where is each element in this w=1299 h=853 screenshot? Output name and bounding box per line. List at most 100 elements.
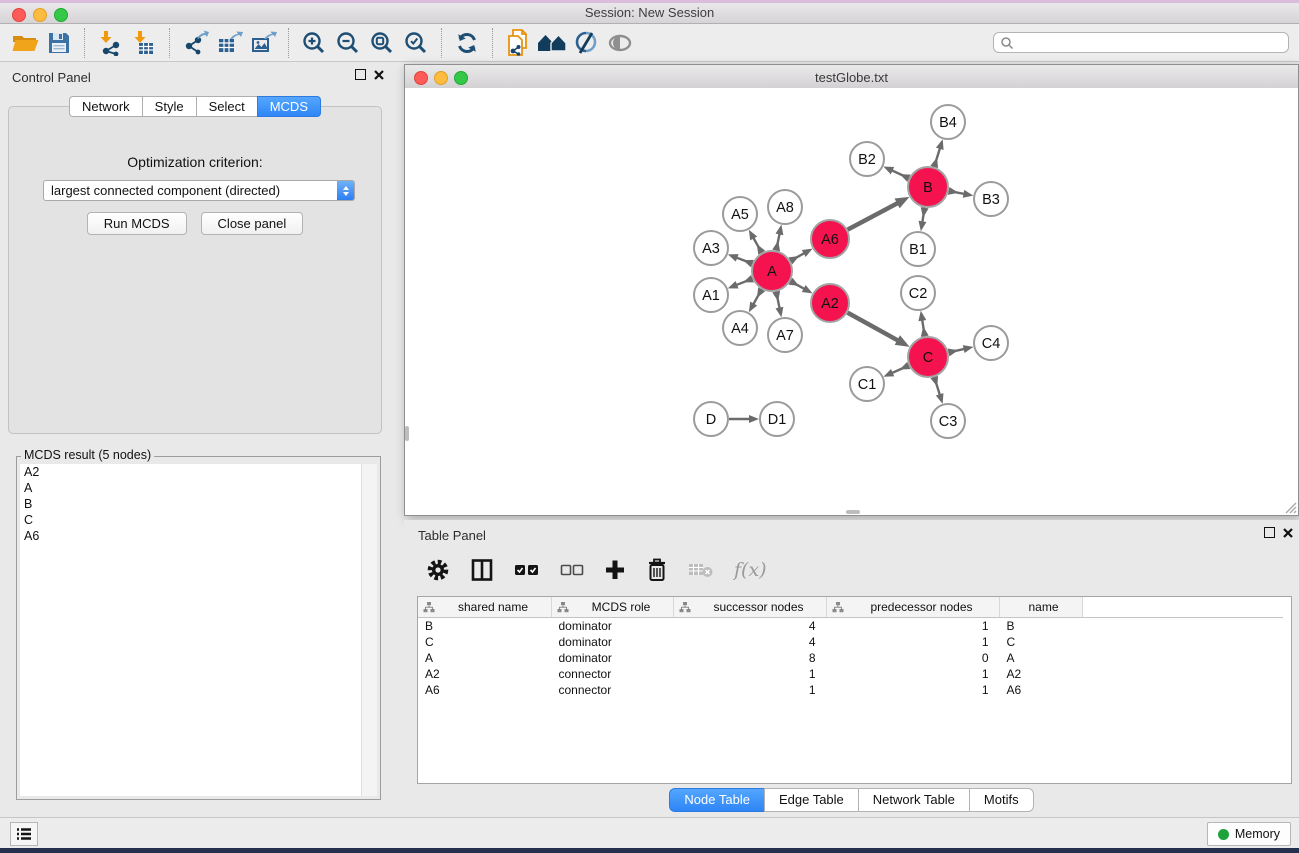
table-cell[interactable]: dominator xyxy=(552,634,674,650)
toolbar-separator xyxy=(441,28,442,58)
search-field[interactable] xyxy=(993,32,1289,53)
table-row[interactable]: Cdominator41C xyxy=(418,634,1283,650)
clear-selection-button[interactable] xyxy=(560,563,584,577)
mcds-result-item[interactable]: B xyxy=(20,496,362,512)
table-cell[interactable]: 0 xyxy=(827,650,1000,666)
delete-table-icon xyxy=(688,561,714,579)
table-cell[interactable]: 1 xyxy=(827,634,1000,650)
zoom-selected-button[interactable] xyxy=(399,27,433,59)
mcds-result-list[interactable]: A2ABCA6 xyxy=(20,464,362,796)
delete-table-button[interactable] xyxy=(688,561,714,579)
memory-button[interactable]: Memory xyxy=(1207,822,1291,846)
tab-network[interactable]: Network xyxy=(69,96,142,117)
tab-mcds[interactable]: MCDS xyxy=(257,96,321,117)
column-header-name[interactable]: name xyxy=(1000,597,1083,618)
table-cell[interactable]: 1 xyxy=(674,682,827,698)
table-row[interactable]: A6connector11A6 xyxy=(418,682,1283,698)
vertical-scrollbar-thumb[interactable] xyxy=(405,426,409,441)
tab-network-table[interactable]: Network Table xyxy=(858,788,969,812)
float-panel-icon[interactable] xyxy=(355,69,366,80)
column-header-shared-name[interactable]: shared name xyxy=(418,597,552,618)
mcds-result-item[interactable]: A6 xyxy=(20,528,362,544)
node-table: shared nameMCDS rolesuccessor nodesprede… xyxy=(418,597,1283,698)
table-cell[interactable]: A xyxy=(418,650,552,666)
table-cell[interactable]: 1 xyxy=(674,666,827,682)
table-cell[interactable]: 4 xyxy=(674,618,827,635)
select-all-button[interactable] xyxy=(514,562,540,578)
table-cell[interactable]: connector xyxy=(552,682,674,698)
export-table-button[interactable] xyxy=(212,27,246,59)
zoom-fit-button[interactable] xyxy=(365,27,399,59)
table-cell[interactable]: C xyxy=(418,634,552,650)
mcds-list-scrollbar[interactable] xyxy=(361,464,377,796)
import-network-button[interactable] xyxy=(93,27,127,59)
graph-edge xyxy=(848,313,905,345)
new-network-button[interactable] xyxy=(501,27,535,59)
column-header-successor-nodes[interactable]: successor nodes xyxy=(674,597,827,618)
home-view-button[interactable] xyxy=(535,27,569,59)
zoom-out-button[interactable] xyxy=(331,27,365,59)
function-builder-button[interactable]: f(x) xyxy=(734,559,767,581)
task-history-button[interactable] xyxy=(10,822,38,846)
table-cell[interactable]: B xyxy=(1000,618,1083,635)
gear-icon xyxy=(426,558,450,582)
mcds-result-item[interactable]: C xyxy=(20,512,362,528)
table-cell[interactable]: A6 xyxy=(1000,682,1083,698)
table-cell[interactable]: C xyxy=(1000,634,1083,650)
tab-node-table[interactable]: Node Table xyxy=(669,788,764,812)
tab-motifs[interactable]: Motifs xyxy=(969,788,1034,812)
table-cell[interactable]: B xyxy=(418,618,552,635)
table-row[interactable]: Adominator80A xyxy=(418,650,1283,666)
column-header-predecessor-nodes[interactable]: predecessor nodes xyxy=(827,597,1000,618)
criterion-dropdown[interactable]: largest connected component (directed) xyxy=(43,180,355,201)
table-cell[interactable]: A2 xyxy=(418,666,552,682)
table-row[interactable]: Bdominator41B xyxy=(418,618,1283,635)
table-cell[interactable]: 1 xyxy=(827,618,1000,635)
table-settings-button[interactable] xyxy=(426,558,450,582)
network-window-titlebar[interactable]: testGlobe.txt xyxy=(405,65,1298,89)
table-cell[interactable]: 1 xyxy=(827,666,1000,682)
delete-column-button[interactable] xyxy=(646,558,668,582)
refresh-layout-button[interactable] xyxy=(450,27,484,59)
horizontal-scrollbar-thumb[interactable] xyxy=(846,510,860,514)
close-panel-icon[interactable] xyxy=(374,70,384,80)
run-mcds-button[interactable]: Run MCDS xyxy=(87,212,187,235)
hide-graphics-button[interactable] xyxy=(569,27,603,59)
resize-grip[interactable] xyxy=(1284,501,1297,514)
table-cell[interactable]: 8 xyxy=(674,650,827,666)
table-cell[interactable]: dominator xyxy=(552,618,674,635)
table-cell[interactable]: dominator xyxy=(552,650,674,666)
tree-column-icon xyxy=(679,602,691,613)
table-cell[interactable]: 4 xyxy=(674,634,827,650)
mcds-result-item[interactable]: A2 xyxy=(20,464,362,480)
tab-select[interactable]: Select xyxy=(196,96,257,117)
save-session-button[interactable] xyxy=(42,27,76,59)
table-cell[interactable]: A xyxy=(1000,650,1083,666)
open-session-button[interactable] xyxy=(8,27,42,59)
import-table-button[interactable] xyxy=(127,27,161,59)
tab-edge-table[interactable]: Edge Table xyxy=(764,788,858,812)
column-label: name xyxy=(1005,600,1082,614)
show-graphics-details-button[interactable] xyxy=(603,27,637,59)
network-canvas[interactable]: AA1A3A5A8A4A7A6A2BB1B2B3B4CC1C2C3C4DD1 xyxy=(405,88,1298,515)
column-header-mcds-role[interactable]: MCDS role xyxy=(552,597,674,618)
table-row[interactable]: A2connector11A2 xyxy=(418,666,1283,682)
table-cell[interactable]: 1 xyxy=(827,682,1000,698)
close-panel-button[interactable]: Close panel xyxy=(201,212,304,235)
zoom-in-button[interactable] xyxy=(297,27,331,59)
add-column-button[interactable] xyxy=(604,559,626,581)
tab-style[interactable]: Style xyxy=(142,96,196,117)
import-table-icon xyxy=(131,30,157,56)
search-input[interactable] xyxy=(1014,35,1288,51)
float-table-panel-icon[interactable] xyxy=(1264,527,1275,538)
export-image-button[interactable] xyxy=(246,27,280,59)
mcds-result-item[interactable]: A xyxy=(20,480,362,496)
table-cell[interactable]: A2 xyxy=(1000,666,1083,682)
close-table-panel-icon[interactable] xyxy=(1283,528,1293,538)
table-cell[interactable]: connector xyxy=(552,666,674,682)
table-cell[interactable]: A6 xyxy=(418,682,552,698)
graph-edge xyxy=(848,199,905,229)
table-cell-filler xyxy=(1083,682,1284,698)
export-network-button[interactable] xyxy=(178,27,212,59)
show-columns-button[interactable] xyxy=(470,558,494,582)
